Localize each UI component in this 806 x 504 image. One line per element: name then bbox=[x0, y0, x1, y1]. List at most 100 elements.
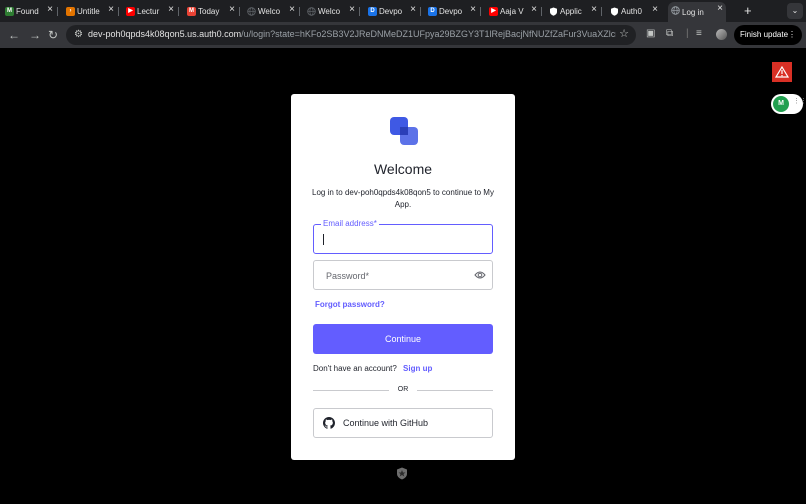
extensions-puzzle-icon[interactable]: ⧉ bbox=[666, 28, 673, 39]
forward-icon[interactable]: → bbox=[29, 28, 41, 42]
finish-update-label: Finish update bbox=[740, 30, 789, 39]
reload-icon[interactable]: ↻ bbox=[48, 28, 58, 42]
browser-tab[interactable]: › Untitle × bbox=[63, 3, 117, 20]
tab-favicon-icon: D bbox=[368, 7, 377, 16]
globe-icon bbox=[247, 7, 256, 16]
tab-favicon-icon: M bbox=[187, 7, 196, 16]
tab-separator bbox=[57, 7, 58, 16]
tab-title: Untitle bbox=[77, 7, 100, 16]
close-tab-icon[interactable]: × bbox=[349, 4, 355, 15]
close-tab-icon[interactable]: × bbox=[289, 4, 295, 15]
youtube-icon: ▶ bbox=[126, 7, 135, 16]
globe-icon bbox=[671, 6, 680, 15]
back-icon[interactable]: ← bbox=[8, 28, 20, 42]
close-tab-icon[interactable]: × bbox=[652, 4, 658, 15]
tab-title: Devpo bbox=[379, 7, 403, 16]
url-path: /u/login?state=hKFo2SB3V2JReDNMeDZ1UFpya… bbox=[241, 29, 616, 39]
media-controls-icon[interactable]: ≡ bbox=[696, 28, 702, 39]
tab-separator bbox=[541, 7, 542, 16]
browser-tab[interactable]: Welco × bbox=[244, 3, 298, 20]
drag-handle-icon[interactable]: ⋮⋮ bbox=[793, 98, 806, 105]
tab-title: Auth0 bbox=[621, 7, 642, 16]
no-account-text: Don't have an account? bbox=[313, 364, 397, 373]
github-button-label: Continue with GitHub bbox=[343, 418, 429, 428]
browser-tab[interactable]: D Devpo × bbox=[425, 3, 479, 20]
tab-title: Aaja V bbox=[500, 7, 524, 16]
close-tab-icon[interactable]: × bbox=[47, 4, 53, 15]
tab-title: Devpo bbox=[439, 7, 463, 16]
close-tab-icon[interactable]: × bbox=[410, 4, 416, 15]
signup-prompt: Don't have an account? Sign up bbox=[313, 364, 432, 373]
tab-title: Found bbox=[16, 7, 39, 16]
browser-tab[interactable]: Auth0 × bbox=[607, 3, 661, 20]
extension-m-icon: M bbox=[773, 96, 789, 112]
tab-title: Log in bbox=[682, 7, 704, 17]
toolbar-divider: | bbox=[686, 28, 689, 39]
show-password-icon[interactable] bbox=[474, 270, 486, 280]
github-icon bbox=[323, 417, 335, 429]
kebab-menu-icon[interactable]: ⋮ bbox=[788, 25, 796, 45]
browser-tab[interactable]: ▶ Aaja V × bbox=[486, 3, 540, 20]
close-tab-icon[interactable]: × bbox=[108, 4, 114, 15]
divider-right bbox=[417, 390, 493, 391]
warning-icon[interactable] bbox=[772, 62, 792, 82]
shield-icon bbox=[610, 7, 619, 16]
youtube-icon: ▶ bbox=[489, 7, 498, 16]
url-text[interactable]: dev-poh0qpds4k08qon5.us.auth0.com/u/logi… bbox=[88, 29, 616, 39]
email-field[interactable]: Email address* bbox=[313, 219, 493, 254]
browser-tab[interactable]: D Devpo × bbox=[365, 3, 419, 20]
tab-title: Lectur bbox=[137, 7, 160, 16]
profile-avatar[interactable] bbox=[716, 29, 727, 40]
close-tab-icon[interactable]: × bbox=[470, 4, 476, 15]
login-card: Welcome Log in to dev-poh0qpds4k08qon5 t… bbox=[291, 94, 515, 460]
address-bar[interactable]: ⚙ dev-poh0qpds4k08qon5.us.auth0.com/u/lo… bbox=[66, 25, 636, 45]
login-description: Log in to dev-poh0qpds4k08qon5 to contin… bbox=[312, 188, 494, 209]
email-label: Email address* bbox=[321, 219, 379, 228]
browser-tab[interactable]: M Today × bbox=[184, 3, 238, 20]
tab-strip: + ⌄ M Found × › Untitle × ▶ Lectur × M Today × Welco… bbox=[0, 0, 806, 22]
site-info-icon[interactable]: ⚙ bbox=[74, 29, 83, 40]
tab-separator bbox=[299, 7, 300, 16]
tab-separator bbox=[178, 7, 179, 16]
tab-separator bbox=[420, 7, 421, 16]
tab-separator bbox=[118, 7, 119, 16]
globe-icon bbox=[307, 7, 316, 16]
tab-title: Welco bbox=[318, 7, 341, 16]
sign-up-link[interactable]: Sign up bbox=[403, 364, 432, 373]
github-login-button[interactable]: Continue with GitHub bbox=[313, 408, 493, 438]
bookmark-star-icon[interactable]: ☆ bbox=[619, 27, 629, 40]
close-tab-icon[interactable]: × bbox=[531, 4, 537, 15]
welcome-heading: Welcome bbox=[373, 161, 433, 177]
shield-icon bbox=[549, 7, 558, 16]
browser-tab[interactable]: M Found × bbox=[2, 3, 56, 20]
tab-title: Welco bbox=[258, 7, 281, 16]
browser-tab[interactable]: Applic × bbox=[546, 3, 600, 20]
close-tab-icon[interactable]: × bbox=[717, 3, 723, 14]
floating-extension-widget[interactable]: M ⋮⋮ bbox=[771, 94, 806, 114]
tab-separator bbox=[359, 7, 360, 16]
close-tab-icon[interactable]: × bbox=[591, 4, 597, 15]
tab-favicon-icon: › bbox=[66, 7, 75, 16]
tab-favicon-icon: D bbox=[428, 7, 437, 16]
finish-update-button[interactable]: Finish update ⋮ bbox=[734, 25, 802, 45]
tab-separator bbox=[239, 7, 240, 16]
forgot-password-link[interactable]: Forgot password? bbox=[315, 300, 385, 309]
url-host: dev-poh0qpds4k08qon5.us.auth0.com bbox=[88, 29, 242, 39]
browser-tab[interactable]: ▶ Lectur × bbox=[123, 3, 177, 20]
close-tab-icon[interactable]: × bbox=[229, 4, 235, 15]
tab-favicon-icon: M bbox=[5, 7, 14, 16]
new-tab-button[interactable]: + bbox=[744, 3, 752, 18]
tab-search-button[interactable]: ⌄ bbox=[787, 3, 803, 19]
continue-button[interactable]: Continue bbox=[313, 324, 493, 354]
app-logo-icon bbox=[390, 117, 418, 145]
extension-y-icon[interactable]: ▣ bbox=[646, 28, 655, 39]
tab-separator bbox=[601, 7, 602, 16]
tab-title: Applic bbox=[560, 7, 582, 16]
auth0-shield-icon bbox=[397, 467, 407, 480]
close-tab-icon[interactable]: × bbox=[168, 4, 174, 15]
text-caret bbox=[323, 234, 324, 245]
browser-tab[interactable]: Welco × bbox=[304, 3, 358, 20]
password-field[interactable]: Password* bbox=[313, 260, 493, 290]
browser-tab[interactable]: Log in × bbox=[668, 2, 726, 22]
password-placeholder: Password* bbox=[326, 271, 370, 281]
